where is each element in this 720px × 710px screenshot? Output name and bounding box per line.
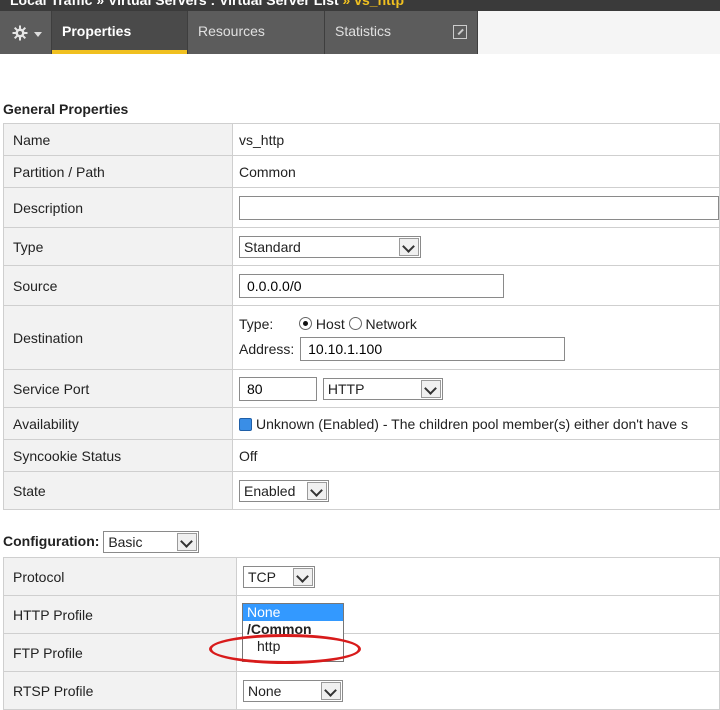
table-row: Syncookie Status Off [3,439,720,472]
syncookie-value: Off [232,439,720,472]
chevron-down-icon [420,379,441,398]
http-profile-label: HTTP Profile [3,595,237,634]
chevron-down-icon [293,567,313,586]
source-input[interactable] [239,273,504,298]
chevron-down-icon [307,481,327,500]
external-window-icon[interactable] [453,25,467,39]
name-label: Name [3,123,233,156]
state-select-value: Enabled [244,482,296,499]
gear-icon [12,25,28,41]
description-input[interactable] [239,195,719,220]
partition-value: Common [232,155,720,188]
type-select-value: Standard [244,238,301,255]
destination-type-label: Type: [239,315,274,332]
status-square-icon [239,417,252,431]
state-label: State [3,471,233,510]
rtsp-profile-select-value: None [248,682,282,699]
availability-value: Unknown (Enabled) - The children pool me… [256,415,688,432]
host-radio-label: Host [315,315,345,332]
ftp-profile-label: FTP Profile [3,633,237,672]
network-radio-label: Network [365,315,417,332]
annotation-ellipse [209,634,361,664]
host-radio[interactable] [299,316,313,330]
table-row: Type Standard [3,227,720,266]
table-row: RTSP Profile None [3,671,720,710]
table-row: Destination Type: Host Network Address: [3,305,720,370]
general-properties-heading: General Properties [3,101,129,117]
tab-resources[interactable]: Resources [188,11,325,54]
service-port-select-value: HTTP [327,380,365,397]
availability-label: Availability [3,407,233,440]
configuration-mode-value: Basic [108,534,143,551]
protocol-select-value: TCP [248,568,276,585]
rtsp-profile-label: RTSP Profile [3,671,237,710]
chevron-down-icon [399,237,419,256]
name-value: vs_http [232,123,720,156]
table-row: Service Port HTTP [3,369,720,408]
destination-address-row: Address: [239,336,719,365]
tab-properties[interactable]: Properties [52,11,188,54]
address-input[interactable] [300,336,566,361]
chevron-down-icon [177,533,198,552]
breadcrumb: Local Traffic » Virtual Servers : Virtua… [0,0,720,11]
gear-menu-button[interactable] [0,11,52,54]
chevron-down-icon [34,32,42,37]
syncookie-label: Syncookie Status [3,439,233,472]
table-row: Source [3,265,720,306]
address-label: Address: [239,340,295,357]
table-row: Availability Unknown (Enabled) - The chi… [3,407,720,440]
breadcrumb-separator: » [342,0,351,8]
tab-statistics[interactable]: Statistics [325,11,478,54]
rtsp-profile-select[interactable]: None [243,679,343,702]
configuration-heading-row: Configuration: Basic [3,529,200,554]
service-port-input[interactable] [239,376,317,401]
breadcrumb-virtual-servers[interactable]: Virtual Servers : Virtual Server List [108,0,339,8]
service-port-select[interactable]: HTTP [322,377,443,400]
general-properties-table: Name vs_http Partition / Path Common Des… [3,123,720,510]
type-label: Type [3,227,233,266]
tab-bar: Properties Resources Statistics [0,11,478,54]
service-port-label: Service Port [3,369,233,408]
configuration-mode-select[interactable]: Basic [103,531,200,554]
table-row: Name vs_http [3,123,720,156]
breadcrumb-local-traffic[interactable]: Local Traffic [10,0,92,8]
configuration-heading: Configuration: [3,533,100,549]
protocol-select[interactable]: TCP [243,565,315,588]
dropdown-option-none[interactable]: None [243,604,343,621]
breadcrumb-separator: » [96,0,105,8]
tab-statistics-label: Statistics [335,23,392,39]
table-row: FTP Profile [3,633,720,672]
table-row: HTTP Profile [3,595,720,634]
table-row: Protocol TCP [3,557,720,596]
table-row: Description [3,187,720,228]
table-row: State Enabled [3,471,720,510]
protocol-label: Protocol [3,557,237,596]
table-row: Partition / Path Common [3,155,720,188]
source-label: Source [3,265,233,306]
state-select[interactable]: Enabled [239,479,329,502]
partition-label: Partition / Path [3,155,233,188]
chevron-down-icon [321,681,341,700]
configuration-table: Protocol TCP HTTP Profile FTP Profile RT… [3,557,720,710]
top-bar: Local Traffic » Virtual Servers : Virtua… [0,0,720,54]
network-radio[interactable] [348,316,362,330]
type-select[interactable]: Standard [239,235,421,258]
description-label: Description [3,187,233,228]
destination-label: Destination [3,305,233,370]
destination-type-row: Type: Host Network [239,311,719,337]
breadcrumb-current: vs_http [354,0,405,8]
